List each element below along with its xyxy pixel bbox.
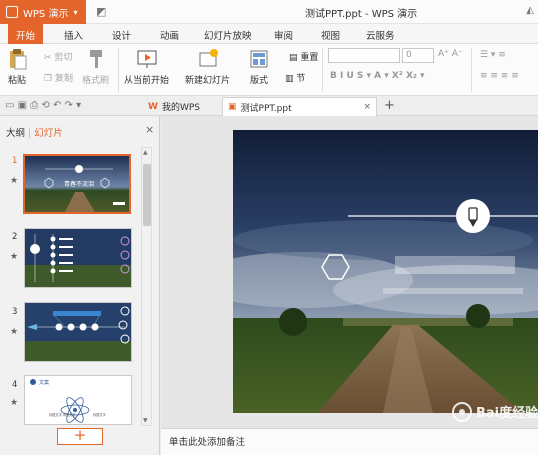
tab-insert[interactable]: 插入 <box>64 28 83 42</box>
paste-label: 粘贴 <box>7 76 26 86</box>
section-label: 节 <box>296 74 306 84</box>
slide-thumbnail-3[interactable] <box>24 302 132 362</box>
tab-outline[interactable]: 大纲 <box>6 128 25 139</box>
section-icon: ▥ <box>285 74 297 84</box>
brush-icon <box>85 48 107 70</box>
tab-home[interactable]: 开始 <box>8 24 44 44</box>
close-icon[interactable]: × <box>363 102 371 112</box>
slide-number: 3 <box>12 307 18 317</box>
format-painter-label: 格式刷 <box>82 76 110 86</box>
reset-button[interactable]: ▤ 重置 <box>289 50 318 63</box>
format-painter-button[interactable]: 格式刷 <box>82 48 109 86</box>
thumb4-subtitle: 标题文字 添加文字 <box>49 412 76 417</box>
scroll-up-icon[interactable]: ▲ <box>143 149 148 156</box>
slide-thumbnail-2[interactable] <box>24 228 132 288</box>
title-bar: WPS 演示 ▾ ◩ 测试PPT.ppt - WPS 演示 ◭ <box>0 0 538 24</box>
title-quick-icons: ◩ <box>96 5 106 18</box>
tab-my-wps-label: 我的WPS <box>161 103 200 113</box>
watermark-url: jingyan.baidu.com <box>458 433 532 442</box>
add-slide-button[interactable]: + <box>57 428 103 445</box>
slide-number: 2 <box>12 232 18 242</box>
scroll-down-icon[interactable]: ▼ <box>143 417 148 424</box>
thumb-title: 青春不流泪 <box>64 180 94 188</box>
ribbon: 粘贴 ✂ 剪切 ❐ 复制 格式刷 从当前开始 新建幻灯片 版式 ▤ 重置 ▥ 节… <box>0 44 538 96</box>
list-buttons[interactable]: ☰ ▾ ≡ <box>480 50 506 60</box>
slide-thumbnail-4[interactable]: 文案 标题文字 添加文字 标题文字 <box>24 375 132 425</box>
paste-icon <box>6 48 28 70</box>
chevron-down-icon: ▾ <box>73 7 78 17</box>
tab-design[interactable]: 设计 <box>112 28 131 42</box>
play-from-current-label: 从当前开始 <box>124 76 170 86</box>
thumb4-title: 文案 <box>39 379 49 386</box>
window-title: 测试PPT.ppt - WPS 演示 <box>305 9 418 20</box>
layout-button[interactable]: 版式 <box>248 48 270 86</box>
slide-number: 4 <box>12 380 18 390</box>
slide-thumbnail-1[interactable]: 青春不流泪 <box>23 154 131 214</box>
ppt-file-icon: ▣ <box>228 102 237 112</box>
star-icon: ★ <box>10 176 19 186</box>
font-size-value: 0 <box>406 50 412 60</box>
tab-slides[interactable]: 幻灯片 <box>34 128 63 139</box>
font-name-combo[interactable] <box>328 48 400 63</box>
cut-button[interactable]: ✂ 剪切 <box>44 50 72 63</box>
watermark-brand: Bai度经验 <box>476 405 538 421</box>
new-slide-icon <box>197 48 219 70</box>
paste-button[interactable]: 粘贴 <box>6 48 28 86</box>
close-icon[interactable]: × <box>145 123 154 136</box>
menu-bar: 开始 插入 设计 动画 幻灯片放映 审阅 视图 云服务 <box>0 24 538 44</box>
reset-label: 重置 <box>300 53 319 63</box>
copy-button[interactable]: ❐ 复制 <box>44 71 73 84</box>
wps-w-icon: W <box>148 101 158 112</box>
play-from-current-button[interactable]: 从当前开始 <box>124 48 169 86</box>
document-tab-bar: ▭ ▣ ⎙ ⟲ ↶ ↷ ▾ W 我的WPS ▣ 测试PPT.ppt × + <box>0 96 538 116</box>
divider <box>118 48 119 92</box>
divider <box>471 48 472 92</box>
slide-number: 1 <box>12 156 18 166</box>
font-size-combo[interactable]: 0 <box>402 48 434 63</box>
star-icon: ★ <box>10 327 19 337</box>
layout-icon <box>248 48 270 70</box>
thumb4-subtitle-2: 标题文字 <box>93 412 106 417</box>
divider <box>322 48 323 92</box>
skin-icon[interactable]: ◩ <box>96 5 106 18</box>
star-icon: ★ <box>10 398 19 408</box>
tab-document-label: 测试PPT.ppt <box>240 103 292 114</box>
section-button[interactable]: ▥ 节 <box>285 71 305 84</box>
panel-scrollbar[interactable]: ▲ ▼ <box>141 147 152 426</box>
quick-access-toolbar[interactable]: ▭ ▣ ⎙ ⟲ ↶ ↷ ▾ <box>5 100 81 111</box>
window-controls[interactable]: ◭ <box>526 5 534 16</box>
new-slide-button[interactable]: 新建幻灯片 <box>185 48 230 86</box>
app-menu-button[interactable]: WPS 演示 ▾ <box>0 0 86 24</box>
star-icon: ★ <box>10 252 19 262</box>
scissors-icon: ✂ <box>44 53 55 63</box>
tab-slideshow[interactable]: 幻灯片放映 <box>204 28 252 42</box>
app-name: WPS 演示 <box>23 8 69 20</box>
tab-document[interactable]: ▣ 测试PPT.ppt × <box>222 97 377 116</box>
copy-icon: ❐ <box>44 74 55 84</box>
tab-review[interactable]: 审阅 <box>274 28 293 42</box>
font-grow-buttons[interactable]: A⁺ A⁻ <box>438 49 463 59</box>
tab-my-wps[interactable]: W 我的WPS <box>143 97 205 116</box>
tab-view[interactable]: 视图 <box>321 28 340 42</box>
baidu-watermark-logo: Bai度经验 <box>440 396 538 438</box>
cut-label: 剪切 <box>54 53 73 63</box>
align-buttons[interactable]: ≡ ≡ ≡ ≡ <box>480 71 519 81</box>
panel-tabs: 大纲 | 幻灯片 <box>6 125 63 139</box>
scrollbar-thumb[interactable] <box>143 164 151 226</box>
wps-logo-icon <box>6 6 18 18</box>
layout-label: 版式 <box>249 76 268 86</box>
tab-animation[interactable]: 动画 <box>160 28 179 42</box>
play-screen-icon <box>136 48 158 70</box>
notes-placeholder: 单击此处添加备注 <box>169 437 246 448</box>
new-tab-button[interactable]: + <box>384 98 395 113</box>
reset-icon: ▤ <box>289 53 301 63</box>
tab-cloud[interactable]: 云服务 <box>366 28 395 42</box>
font-style-buttons[interactable]: B I U S ▾ A ▾ X² X₂ ▾ <box>330 71 424 81</box>
slide-canvas[interactable] <box>233 130 538 413</box>
copy-label: 复制 <box>54 74 73 84</box>
new-slide-label: 新建幻灯片 <box>185 76 231 86</box>
